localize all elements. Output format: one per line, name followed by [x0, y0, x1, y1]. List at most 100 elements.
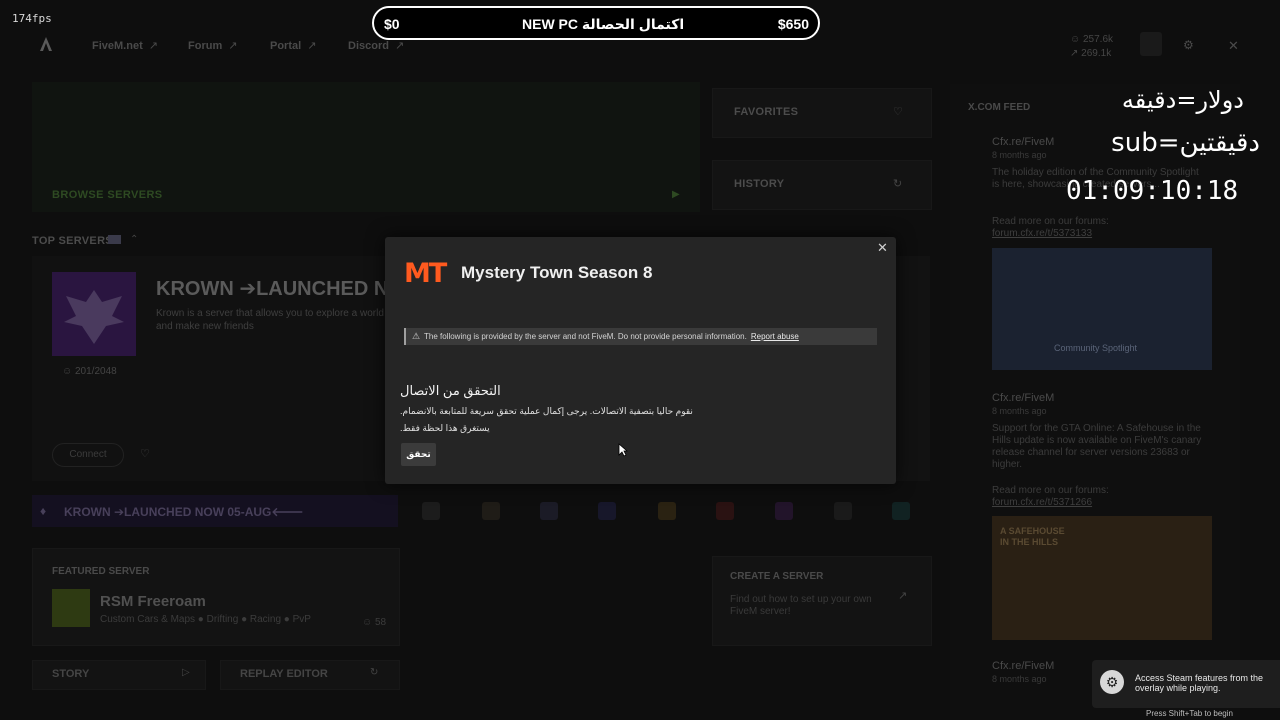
post-author[interactable]: Cfx.re/FiveM — [992, 392, 1054, 404]
modal-title: Mystery Town Season 8 — [461, 263, 653, 282]
favorite-heart-icon[interactable]: ♡ — [140, 447, 150, 460]
featured-count-value: 58 — [375, 617, 387, 628]
nav-link-label: Forum — [188, 40, 223, 52]
nav-link-label: Discord — [348, 40, 389, 52]
external-link-icon: ↗ — [394, 40, 405, 52]
post-read-more: Read more on our forums: — [992, 216, 1109, 227]
post-time: 8 months ago — [992, 150, 1047, 160]
server-banner-text: KROWN ➔LAUNCHED NOW 05-AUG🡐 — [64, 505, 304, 519]
post-image-community-spotlight[interactable]: Community Spotlight — [992, 248, 1212, 370]
eagle-icon: ♦ — [40, 504, 47, 518]
chevron-up-icon[interactable]: ⌃ — [130, 234, 138, 245]
featured-server-label: FEATURED SERVER — [52, 566, 150, 577]
steam-toast-text: Access Steam features from the overlay w… — [1135, 673, 1264, 693]
refresh-icon: ↻ — [370, 667, 379, 678]
post-image-safehouse[interactable]: A SAFEHOUSE IN THE HILLS — [992, 516, 1212, 640]
play-icon: ▷ — [182, 667, 190, 678]
create-server-title: CREATE A SERVER — [730, 571, 824, 582]
featured-server-tags: Custom Cars & Maps ● Drifting ● Racing ●… — [100, 614, 311, 625]
post-image-caption: A SAFEHOUSE IN THE HILLS — [1000, 526, 1065, 547]
streamer-rule-1: دولار=دقيقه — [1121, 86, 1244, 114]
player-count-value: 201/2048 — [75, 366, 117, 377]
post-image-caption: Community Spotlight — [1054, 343, 1138, 353]
story-label: STORY — [52, 668, 90, 680]
goal-target: $650 — [777, 16, 809, 32]
users-icon: ☺ — [362, 617, 375, 628]
users-icon: ☺ — [1070, 34, 1083, 45]
settings-gear-icon[interactable]: ⚙ — [1183, 38, 1194, 52]
server-description: Krown is a server that allows you to exp… — [156, 308, 384, 332]
post-body: Support for the GTA Online: A Safehouse … — [992, 423, 1202, 470]
server-icon-krown — [52, 272, 136, 356]
steam-icon: ⚙ — [1100, 670, 1124, 694]
post-author[interactable]: Cfx.re/FiveM — [992, 660, 1054, 672]
steam-toast-hint: Press Shift+Tab to begin — [1146, 709, 1233, 718]
verification-text-line2: يستغرق هذا لحظة فقط. — [400, 423, 490, 433]
online-players-stat: ☺ 257.6k — [1070, 34, 1113, 45]
history-label: HISTORY — [734, 178, 785, 190]
feed-title: X.COM FEED — [968, 102, 1031, 113]
verification-heading: التحقق من الاتصال — [400, 383, 501, 398]
users-icon: ☺ — [62, 366, 75, 377]
fps-counter: 174fps — [12, 12, 52, 25]
goal-label: اكتمال الحصالة NEW PC — [522, 16, 685, 32]
server-title: KROWN ➔LAUNCHED N — [156, 278, 389, 300]
nav-link-label: Portal — [270, 40, 302, 52]
server-thumb-icon[interactable] — [422, 502, 440, 520]
mystery-town-logo-icon: MT — [404, 258, 447, 289]
nav-link-label: FiveM.net — [92, 40, 143, 52]
server-thumb-icon[interactable] — [658, 502, 676, 520]
replay-editor-label: REPLAY EDITOR — [240, 668, 328, 680]
post-author[interactable]: Cfx.re/FiveM — [992, 136, 1054, 148]
connect-button[interactable]: Connect — [52, 443, 124, 467]
subathon-timer: 01:09:10:18 — [1066, 176, 1239, 206]
rsm-logo-icon — [52, 589, 90, 627]
goal-start: $0 — [384, 16, 400, 32]
player-count: ☺ 201/2048 — [62, 366, 117, 377]
close-icon[interactable]: ✕ — [877, 240, 888, 256]
server-notice-text: The following is provided by the server … — [424, 332, 799, 341]
notice-message: The following is provided by the server … — [424, 332, 747, 341]
post-time: 8 months ago — [992, 674, 1047, 684]
create-server-desc: Find out how to set up your own FiveM se… — [730, 594, 872, 617]
server-thumb-icon[interactable] — [716, 502, 734, 520]
external-link-icon: ↗ — [307, 40, 317, 52]
post-time: 8 months ago — [992, 406, 1047, 416]
server-thumb-icon[interactable] — [892, 502, 910, 520]
avatar[interactable] — [1140, 32, 1162, 56]
nav-link-portal[interactable]: Portal ↗ — [270, 39, 316, 52]
stat-value: 269.1k — [1081, 48, 1112, 59]
server-thumb-icon[interactable] — [482, 502, 500, 520]
fivem-logo-icon[interactable] — [38, 36, 54, 52]
server-thumb-icon[interactable] — [775, 502, 793, 520]
server-thumb-icon[interactable] — [834, 502, 852, 520]
nav-link-discord[interactable]: Discord ↗ — [348, 39, 404, 52]
external-link-icon: ↗ — [148, 40, 158, 52]
donation-goal-bar: $0 اكتمال الحصالة NEW PC $650 — [372, 6, 820, 40]
browse-servers-label: BROWSE SERVERS — [52, 189, 163, 201]
post-link[interactable]: forum.cfx.re/t/5371266 — [992, 497, 1092, 508]
servers-stat: ↗ 269.1k — [1070, 48, 1111, 59]
report-abuse-link[interactable]: Report abuse — [751, 332, 799, 341]
verify-button[interactable]: تحقق — [401, 443, 436, 466]
stat-value: 257.6k — [1083, 34, 1114, 45]
streamer-rule-2: sub=دقيقتين — [1111, 128, 1260, 158]
heart-icon: ♡ — [893, 106, 903, 118]
post-link[interactable]: forum.cfx.re/t/5373133 — [992, 228, 1092, 239]
exit-close-icon[interactable]: ✕ — [1228, 38, 1239, 54]
featured-server-title: RSM Freeroam — [100, 593, 206, 610]
top-servers-label: TOP SERVERS — [32, 235, 113, 247]
nav-link-fivem[interactable]: FiveM.net ↗ — [92, 39, 158, 52]
featured-player-count: ☺ 58 — [362, 617, 386, 628]
external-link-icon: ↗ — [898, 590, 908, 602]
arrow-icon: ↗ — [1070, 48, 1082, 59]
favorites-label: FAVORITES — [734, 106, 799, 118]
warning-icon: ⚠ — [412, 331, 421, 341]
verification-text-line1: نقوم حاليا بتصفية الاتصالات. يرجى إكمال … — [400, 406, 693, 416]
server-thumb-icon[interactable] — [540, 502, 558, 520]
play-icon: ▶ — [672, 189, 680, 200]
nav-link-forum[interactable]: Forum ↗ — [188, 39, 237, 52]
server-thumb-icon[interactable] — [598, 502, 616, 520]
history-clock-icon: ↻ — [893, 178, 903, 190]
post-read-more: Read more on our forums: — [992, 485, 1109, 496]
